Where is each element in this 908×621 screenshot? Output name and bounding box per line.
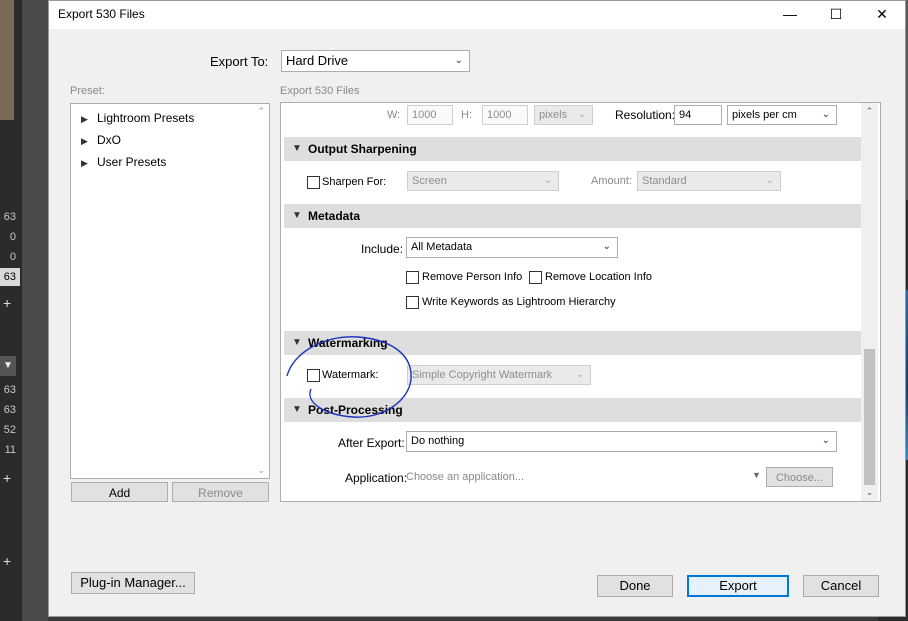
- size-units-value: pixels: [539, 109, 568, 121]
- resolution-units-value: pixels per cm: [732, 109, 797, 121]
- background-count: 63: [3, 404, 16, 416]
- application-input[interactable]: Choose an application...: [406, 471, 524, 483]
- preset-item[interactable]: ▶ User Presets: [81, 155, 166, 169]
- output-sharpening-header[interactable]: ▼ Output Sharpening: [284, 137, 861, 161]
- application-label: Application:: [345, 471, 408, 485]
- preset-item[interactable]: ▶ DxO: [81, 133, 121, 147]
- preset-item-label: Lightroom Presets: [97, 111, 195, 125]
- preset-label: Preset:: [70, 85, 105, 97]
- collapse-triangle-icon: ▼: [292, 210, 302, 221]
- include-label: Include:: [361, 242, 404, 256]
- remove-preset-button[interactable]: Remove: [172, 482, 269, 502]
- background-app-strip: 63 0 0 63 + ▼ 63 63 52 11 + +: [0, 0, 22, 621]
- resolution-units-select[interactable]: pixels per cm ⌄: [727, 105, 837, 125]
- export-to-value: Hard Drive: [286, 53, 349, 68]
- sharpen-for-select[interactable]: Screen ⌄: [407, 171, 559, 191]
- scroll-up-icon[interactable]: ⌃: [861, 103, 878, 120]
- add-preset-button[interactable]: Add: [71, 482, 168, 502]
- export-button[interactable]: Export: [687, 575, 789, 597]
- scroll-up-icon[interactable]: ⌃: [257, 106, 265, 117]
- background-count: 52: [3, 424, 16, 436]
- remove-location-info-label: Remove Location Info: [545, 271, 653, 283]
- after-export-select[interactable]: Do nothing ⌄: [406, 431, 837, 452]
- dialog-title: Export 530 Files: [58, 7, 145, 21]
- maximize-button[interactable]: ☐: [813, 1, 859, 29]
- background-panel: [22, 0, 48, 621]
- amount-label: Amount:: [591, 175, 632, 187]
- chevron-down-icon: ⌄: [454, 55, 463, 66]
- plugin-manager-button[interactable]: Plug-in Manager...: [71, 572, 195, 594]
- remove-location-info-checkbox[interactable]: [529, 271, 542, 284]
- preset-item[interactable]: ▶ Lightroom Presets: [81, 111, 194, 125]
- after-export-value: Do nothing: [411, 435, 465, 447]
- export-files-label: Export 530 Files: [280, 85, 360, 97]
- section-title: Metadata: [308, 209, 361, 223]
- background-count: 63: [3, 384, 16, 396]
- write-keywords-label: Write Keywords as Lightroom Hierarchy: [422, 296, 616, 308]
- after-export-label: After Export:: [338, 436, 405, 450]
- export-to-select[interactable]: Hard Drive ⌄: [281, 50, 470, 72]
- scroll-down-icon[interactable]: ⌄: [257, 465, 265, 476]
- write-keywords-checkbox[interactable]: [406, 296, 419, 309]
- background-thumbnail: [0, 0, 14, 120]
- background-count: 63: [3, 211, 16, 223]
- width-label: W:: [387, 109, 401, 121]
- amount-select[interactable]: Standard ⌄: [637, 171, 781, 191]
- choose-application-button[interactable]: Choose...: [766, 467, 833, 487]
- preset-item-label: User Presets: [97, 155, 167, 169]
- amount-value: Standard: [642, 175, 687, 187]
- background-count: 0: [9, 231, 16, 243]
- metadata-header[interactable]: ▼ Metadata: [284, 204, 861, 228]
- background-plus-icon: +: [3, 470, 12, 486]
- height-input[interactable]: 1000: [482, 105, 528, 125]
- chevron-down-icon: ⌄: [821, 109, 830, 120]
- resolution-input[interactable]: 94: [674, 105, 722, 125]
- include-value: All Metadata: [411, 241, 473, 253]
- watermark-value: Simple Copyright Watermark: [412, 369, 553, 381]
- annotation-circle: [286, 336, 412, 418]
- background-count: 63: [0, 268, 20, 286]
- background-dropdown-icon: ▼: [0, 356, 16, 376]
- background-plus-icon: +: [3, 553, 12, 569]
- application-dropdown-icon[interactable]: ▼: [752, 470, 761, 480]
- sharpen-for-value: Screen: [412, 175, 447, 187]
- chevron-down-icon: ⌄: [543, 175, 552, 186]
- section-title: Output Sharpening: [308, 142, 417, 156]
- remove-person-info-checkbox[interactable]: [406, 271, 419, 284]
- done-button[interactable]: Done: [597, 575, 673, 597]
- include-select[interactable]: All Metadata ⌄: [406, 237, 618, 258]
- collapse-triangle-icon: ▼: [292, 143, 302, 154]
- height-label: H:: [461, 109, 472, 121]
- chevron-down-icon: ⌄: [765, 175, 774, 186]
- resolution-label: Resolution:: [615, 108, 676, 122]
- preset-item-label: DxO: [97, 133, 121, 147]
- watermark-select[interactable]: Simple Copyright Watermark ⌄: [407, 365, 591, 385]
- remove-person-info-label: Remove Person Info: [422, 271, 523, 283]
- sharpen-for-label: Sharpen For:: [322, 176, 387, 188]
- export-to-label: Export To:: [210, 54, 269, 69]
- sharpen-for-checkbox[interactable]: [307, 176, 320, 189]
- export-settings-panel: W: 1000 H: 1000 pixels ⌄ Resolution: 94 …: [280, 102, 881, 502]
- chevron-down-icon: ⌄: [577, 109, 586, 120]
- cancel-button[interactable]: Cancel: [803, 575, 879, 597]
- title-bar: Export 530 Files — ☐ ✕: [49, 1, 905, 29]
- width-input[interactable]: 1000: [407, 105, 453, 125]
- expand-arrow-icon: ▶: [81, 136, 88, 146]
- scrollbar-thumb[interactable]: [864, 349, 875, 485]
- export-dialog: Export 530 Files — ☐ ✕ Export To: Hard D…: [48, 0, 906, 617]
- chevron-down-icon: ⌄: [575, 369, 584, 380]
- preset-list: ▶ Lightroom Presets ▶ DxO ▶ User Presets ⌃ …: [70, 103, 270, 479]
- expand-arrow-icon: ▶: [81, 114, 88, 124]
- scroll-down-icon[interactable]: ⌄: [861, 484, 878, 501]
- chevron-down-icon: ⌄: [602, 241, 611, 252]
- expand-arrow-icon: ▶: [81, 158, 88, 168]
- minimize-button[interactable]: —: [767, 1, 813, 29]
- settings-scrollbar[interactable]: ⌃ ⌄: [861, 103, 878, 501]
- close-button[interactable]: ✕: [859, 1, 905, 29]
- chevron-down-icon: ⌄: [821, 435, 830, 446]
- size-units-select[interactable]: pixels ⌄: [534, 105, 593, 125]
- background-count: 11: [4, 444, 16, 456]
- background-plus-icon: +: [3, 295, 12, 311]
- background-count: 0: [9, 251, 16, 263]
